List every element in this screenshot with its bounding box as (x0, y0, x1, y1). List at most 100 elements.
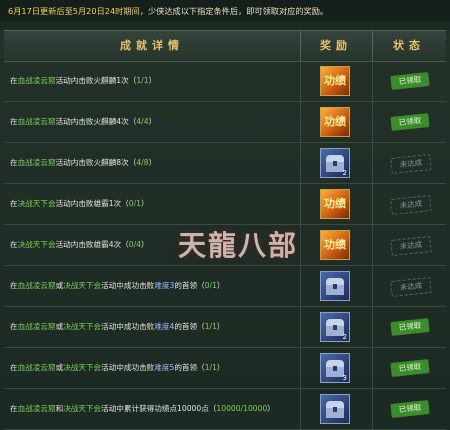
desc-mid: 活动中成功击败 (101, 363, 155, 372)
desc-act2: 决战天下会 (63, 363, 102, 372)
merit-reward-icon[interactable]: 功绩 (320, 66, 350, 96)
header-divider (372, 31, 373, 61)
desc-prog: 1/1 (204, 363, 217, 372)
reward-quantity: 2 (342, 333, 347, 341)
desc-mid: 活动内击败火麒麟1次（ (55, 76, 137, 85)
chest-lock (333, 284, 337, 289)
merit-reward-icon[interactable]: 功绩 (320, 230, 350, 260)
desc-act: 决战天下会 (17, 199, 56, 208)
column-divider (300, 102, 301, 142)
desc-suffix: ） (148, 76, 157, 85)
desc-prog: 1/1 (136, 76, 149, 85)
desc-act: 血战凌云窟 (17, 322, 56, 331)
column-divider (372, 389, 373, 429)
column-divider (372, 61, 373, 101)
treasure-chest-icon[interactable]: 3 (320, 353, 350, 383)
achievement-description: 在血战凌云窟活动内击败火麒麟8次（4/8） (10, 143, 296, 183)
claimed-badge: 已领取 (390, 72, 430, 90)
achievement-description: 在决战天下会活动内击败雄霸1次（0/1） (10, 184, 296, 224)
not-achieved-badge: 未达成 (390, 276, 432, 298)
desc-prog: 0/1 (204, 281, 217, 290)
desc-prefix: 在 (10, 363, 18, 372)
column-divider (300, 143, 301, 183)
reward-quantity: 3 (342, 374, 347, 382)
desc-mid: 活动内击败雄霸1次（ (55, 199, 129, 208)
treasure-chest-icon[interactable] (320, 394, 350, 424)
column-divider (372, 102, 373, 142)
reward-quantity: 2 (342, 169, 347, 177)
desc-suffix: ） (216, 281, 225, 290)
column-divider (372, 225, 373, 265)
desc-prog: 0/4 (128, 240, 141, 249)
desc-act: 血战凌云窟 (17, 281, 56, 290)
desc-act2: 决战天下会 (63, 322, 102, 331)
chest-lock (333, 407, 337, 412)
desc-act: 血战凌云窟 (17, 76, 56, 85)
desc-prefix: 在 (10, 281, 18, 290)
column-divider (300, 225, 301, 265)
achievement-description: 在决战天下会活动内击败雄霸4次（0/4） (10, 225, 296, 265)
merit-glyph: 功绩 (324, 74, 346, 87)
desc-act: 血战凌云窟 (17, 158, 56, 167)
not-achieved-badge: 未达成 (390, 153, 432, 175)
header-status: 状态 (393, 39, 425, 52)
desc-prefix: 在 (10, 240, 18, 249)
column-divider (300, 307, 301, 347)
achievement-description: 在血战凌云窟活动内击败火麒麟1次（1/1） (10, 61, 296, 101)
achievement-panel: 成就详情 奖励 状态 在血战凌云窟活动内击败火麒麟1次（1/1） 功绩 已领取 在血战… (0, 30, 450, 430)
desc-lvl: 难度3 (154, 281, 175, 290)
desc-lvl: 难度5 (154, 363, 175, 372)
desc-prog: 4/8 (136, 158, 149, 167)
claimed-badge: 已领取 (390, 113, 430, 131)
not-achieved-badge: 未达成 (390, 194, 432, 216)
header-detail: 成就详情 (120, 39, 184, 52)
desc-act: 决战天下会 (17, 240, 56, 249)
achievement-row: 在血战凌云窟或决战天下会活动中成功击败难度3的首领（0/1） 未达成 (4, 266, 446, 307)
achievement-description: 在血战凌云窟或决战天下会活动中成功击败难度3的首领（0/1） (10, 266, 296, 306)
chest-lock (333, 366, 337, 371)
table-header: 成就详情 奖励 状态 (4, 30, 446, 62)
desc-tail: 的首领（ (174, 322, 205, 331)
desc-lvl: 难度4 (154, 322, 175, 331)
achievement-row: 在血战凌云窟或决战天下会活动中成功击败难度4的首领（1/1） 2 已领取 (4, 307, 446, 348)
column-divider (300, 348, 301, 388)
merit-reward-icon[interactable]: 功绩 (320, 107, 350, 137)
merit-reward-icon[interactable]: 功绩 (320, 189, 350, 219)
notice-date: 6月17日更新后至5月20日24时期间 (8, 6, 140, 16)
claimed-badge: 已领取 (390, 318, 430, 336)
notice-text: ，少侠达成以下指定条件后，即可领取对应的奖励。 (139, 6, 329, 16)
achievement-description: 在血战凌云窟活动内击败火麒麟4次（4/4） (10, 102, 296, 142)
achievement-description: 在血战凌云窟和决战天下会活动中累计获得功绩点10000点（10000/10000… (10, 389, 296, 429)
desc-mid: 活动内击败火麒麟8次（ (55, 158, 137, 167)
achievement-row: 在血战凌云窟活动内击败火麒麟4次（4/4） 功绩 已领取 (4, 102, 446, 143)
column-divider (372, 266, 373, 306)
header-divider (300, 31, 301, 61)
achievement-row: 在血战凌云窟和决战天下会活动中累计获得功绩点10000点（10000/10000… (4, 389, 446, 430)
not-achieved-badge: 未达成 (390, 235, 432, 257)
desc-prog: 4/4 (136, 117, 149, 126)
column-divider (372, 143, 373, 183)
column-divider (300, 61, 301, 101)
desc-act: 血战凌云窟 (17, 117, 56, 126)
desc-suffix: ） (140, 199, 149, 208)
achievement-description: 在血战凌云窟或决战天下会活动中成功击败难度5的首领（1/1） (10, 348, 296, 388)
desc-suffix: ） (216, 322, 225, 331)
desc-prog: 0/1 (128, 199, 141, 208)
desc-suffix: ） (216, 363, 225, 372)
treasure-chest-icon[interactable]: 2 (320, 148, 350, 178)
header-reward: 奖励 (320, 39, 352, 52)
chest-lock (333, 161, 337, 166)
treasure-chest-icon[interactable] (320, 271, 350, 301)
desc-prefix: 在 (10, 76, 18, 85)
achievement-row: 在决战天下会活动内击败雄霸4次（0/4） 功绩 未达成 (4, 225, 446, 266)
desc-act: 血战凌云窟 (17, 363, 56, 372)
merit-glyph: 功绩 (324, 197, 346, 210)
desc-mid: 活动中成功击败 (101, 322, 155, 331)
claimed-badge: 已领取 (390, 359, 430, 377)
column-divider (300, 266, 301, 306)
achievement-row: 在血战凌云窟活动内击败火麒麟8次（4/8） 2 未达成 (4, 143, 446, 184)
treasure-chest-icon[interactable]: 2 (320, 312, 350, 342)
desc-mid: 活动内击败火麒麟4次（ (55, 117, 137, 126)
desc-mid: 活动中成功击败 (101, 281, 155, 290)
claimed-badge: 已领取 (390, 400, 430, 418)
